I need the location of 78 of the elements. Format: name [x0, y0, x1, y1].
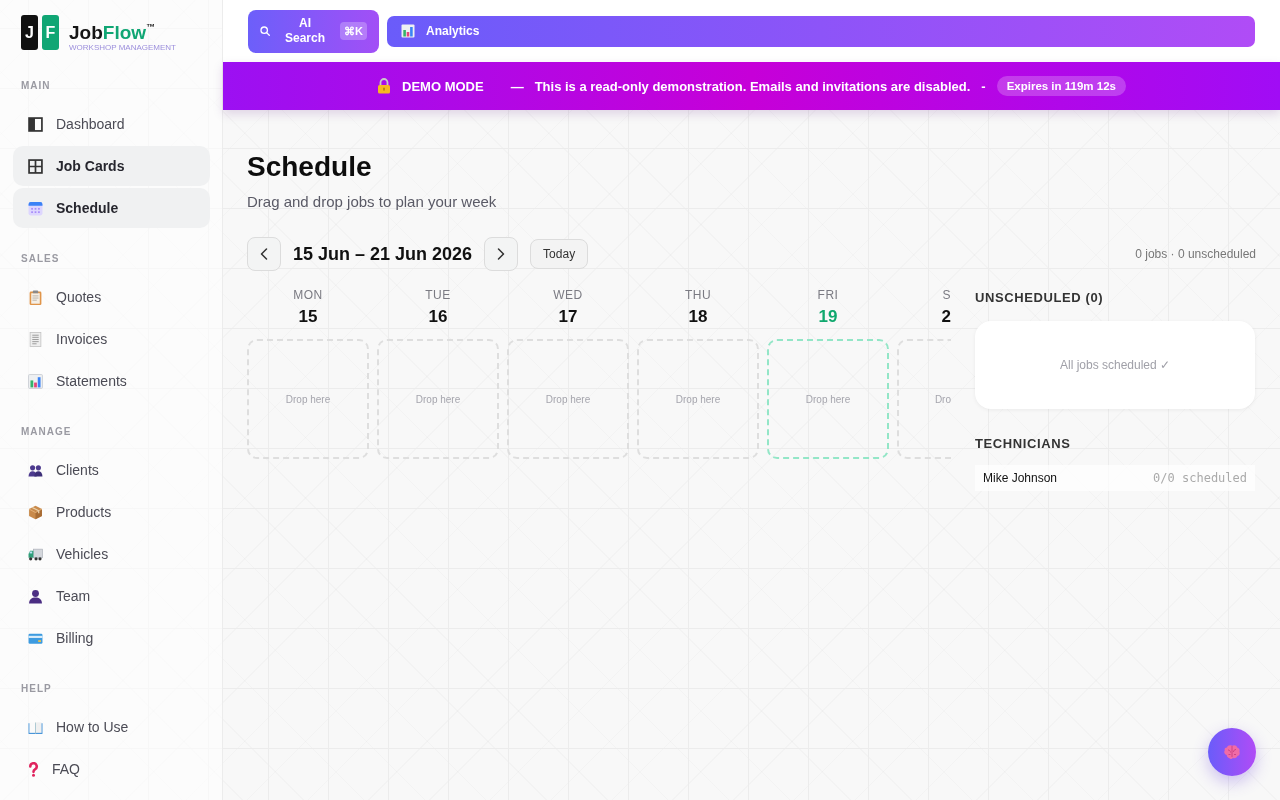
sidebar-item[interactable]: Billing — [13, 618, 210, 658]
person-icon — [28, 588, 43, 604]
sidebar-item[interactable]: How to Use — [13, 707, 210, 747]
sidebar-item[interactable]: Quotes — [13, 277, 210, 317]
logo-tile: J — [21, 15, 38, 50]
section-heading: MANAGE — [20, 425, 73, 439]
logo-tagline: WORKSHOP MANAGEMENT — [69, 42, 176, 53]
week-summary: 0 jobs · 0 unscheduled — [1135, 247, 1256, 261]
analytics-button[interactable]: Analytics — [387, 15, 1255, 47]
day-date: 16 — [428, 307, 448, 327]
question-mark-icon — [28, 761, 39, 777]
search-icon — [260, 26, 270, 36]
drop-hint: Drop here — [675, 393, 721, 405]
sidebar-item[interactable]: Statements — [13, 361, 210, 401]
sidebar-item[interactable]: FAQ — [13, 749, 210, 789]
section-heading: MAIN — [20, 79, 52, 93]
package-icon — [28, 504, 43, 520]
sidebar-item[interactable]: Vehicles — [13, 534, 210, 574]
technician-name: Mike Johnson — [983, 471, 1058, 485]
drop-hint: Dro — [934, 393, 951, 405]
section-heading: SALES — [20, 252, 61, 266]
demo-mode-label: DEMO MODE — [402, 78, 484, 94]
page-subtitle: Drag and drop jobs to plan your week — [247, 192, 498, 212]
chevron-left-icon — [260, 248, 268, 260]
book-icon — [28, 719, 43, 735]
day-date: 15 — [298, 307, 318, 327]
panel-heading: TECHNICIANS — [975, 435, 1072, 453]
day-name: MON — [293, 287, 323, 303]
sidebar-item[interactable]: Dashboard — [13, 104, 210, 144]
ai-search-button[interactable]: AI Search ⌘K — [248, 9, 379, 53]
banner-message: This is a read-only demonstration. Emails and invitations are disabled. — [534, 78, 971, 94]
day-name: FRI — [817, 287, 839, 303]
day-name: TUE — [425, 287, 451, 303]
bar-chart-icon — [28, 373, 43, 389]
sidebar-item[interactable]: Clients — [13, 450, 210, 490]
day-date: 17 — [558, 307, 578, 327]
padlock-icon — [377, 78, 392, 94]
people-icon — [28, 462, 43, 478]
banner-separator: - — [981, 78, 986, 94]
day-date: 18 — [688, 307, 708, 327]
assistant-button[interactable] — [1208, 728, 1256, 776]
drop-hint: Drop here — [805, 393, 851, 405]
previous-week-button[interactable] — [247, 237, 281, 271]
day-name: THU — [684, 287, 712, 303]
day-date: 19 — [818, 307, 838, 327]
drop-hint: Drop here — [545, 393, 591, 405]
panel-icon — [28, 116, 43, 132]
calendar-icon — [28, 200, 43, 216]
technician-count: 0/0 scheduled — [1153, 471, 1247, 485]
day-name: WED — [553, 287, 583, 303]
sidebar-item[interactable]: Team — [13, 576, 210, 616]
sidebar-item[interactable]: Products — [13, 492, 210, 532]
expiry-badge: Expires in 119m 12s — [996, 76, 1126, 96]
drop-hint: Drop here — [415, 393, 461, 405]
sidebar-item[interactable]: Job Cards — [13, 146, 210, 186]
panel-heading: UNSCHEDULED (0) — [975, 289, 1105, 307]
brain-icon — [1223, 744, 1241, 760]
today-button[interactable]: Today — [530, 239, 589, 269]
week-range: 15 Jun – 21 Jun 2026 — [293, 243, 473, 265]
sidebar-item[interactable]: Schedule — [13, 188, 210, 228]
section-heading: HELP — [20, 682, 53, 696]
chevron-right-icon — [497, 248, 506, 260]
next-week-button[interactable] — [484, 237, 519, 271]
grid-icon — [28, 158, 43, 174]
shortcut-key: ⌘K — [340, 22, 367, 40]
logo-tile: F — [42, 15, 59, 50]
clipboard-icon — [28, 289, 43, 305]
day-name: S — [942, 287, 951, 303]
banner-separator: — — [510, 78, 524, 94]
receipt-icon — [28, 331, 43, 347]
day-date: 2 — [941, 307, 951, 327]
logo-wordmark: JobFlow$^{™}$ — [69, 20, 157, 43]
sidebar-item[interactable]: Invoices — [13, 319, 210, 359]
empty-state-text: All jobs scheduled ✓ — [1059, 358, 1171, 372]
drop-hint: Drop here — [285, 393, 331, 405]
truck-icon — [28, 546, 43, 562]
page-title: Schedule — [247, 150, 373, 184]
bar-chart-icon — [401, 24, 415, 38]
